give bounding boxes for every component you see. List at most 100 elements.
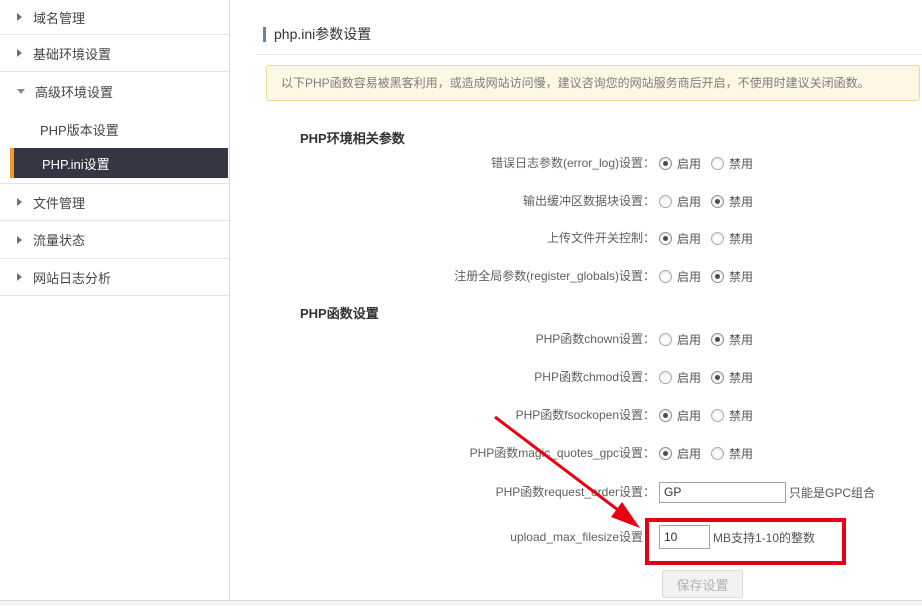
row-fsockopen: PHP函数fsockopen设置： 启用 禁用 (230, 403, 922, 427)
radio-icon[interactable] (711, 333, 724, 346)
page-bottom-divider (0, 600, 922, 606)
radio-label: 禁用 (729, 230, 753, 247)
radio-label: 禁用 (729, 445, 753, 462)
sidebar-item-php-ini-settings[interactable]: PHP.ini设置 (10, 148, 228, 178)
section-title-php-functions: PHP函数设置 (300, 303, 379, 322)
radio-disable-option[interactable]: 禁用 (711, 407, 753, 424)
radio-icon[interactable] (711, 195, 724, 208)
radio-disable-option[interactable]: 禁用 (711, 230, 753, 247)
radio-icon[interactable] (659, 371, 672, 384)
sidebar-item-label: 域名管理 (33, 8, 85, 27)
radio-icon[interactable] (659, 333, 672, 346)
radio-label: 启用 (677, 155, 701, 172)
radio-label: 启用 (677, 268, 701, 285)
radio-group: 启用 禁用 (659, 264, 763, 288)
sidebar: 域名管理 基础环境设置 高级环境设置 PHP版本设置 PHP.ini设置 文件管… (0, 0, 230, 600)
radio-label: 禁用 (729, 268, 753, 285)
sidebar-item-php-version-settings[interactable]: PHP版本设置 (0, 110, 229, 148)
radio-disable-option[interactable]: 禁用 (711, 155, 753, 172)
radio-group: 启用 禁用 (659, 365, 763, 389)
radio-enable-option[interactable]: 启用 (659, 445, 701, 462)
radio-enable-option[interactable]: 启用 (659, 369, 701, 386)
sidebar-item-label: 高级环境设置 (35, 82, 113, 101)
radio-label: 启用 (677, 407, 701, 424)
field-label: PHP函数magic_quotes_gpc设置： (230, 441, 655, 465)
radio-icon[interactable] (659, 447, 672, 460)
radio-label: 禁用 (729, 331, 753, 348)
chevron-right-icon (17, 273, 22, 281)
radio-enable-option[interactable]: 启用 (659, 230, 701, 247)
field-label: upload_max_filesize设置： (230, 524, 655, 550)
radio-icon[interactable] (659, 409, 672, 422)
radio-disable-option[interactable]: 禁用 (711, 268, 753, 285)
field-label: PHP函数fsockopen设置： (230, 403, 655, 427)
chevron-right-icon (17, 13, 22, 21)
row-output-buffering: 输出缓冲区数据块设置： 启用 禁用 (230, 189, 922, 213)
chevron-down-icon (17, 89, 25, 94)
radio-group: 启用 禁用 (659, 327, 763, 351)
radio-group: 启用 禁用 (659, 226, 763, 250)
radio-group: 启用 禁用 (659, 189, 763, 213)
section-title-php-env: PHP环境相关参数 (300, 128, 405, 147)
security-notice: 以下PHP函数容易被黑客利用，或造成网站访问慢，建议咨询您的网站服务商后开启，不… (266, 65, 920, 101)
sidebar-item-file-management[interactable]: 文件管理 (0, 184, 229, 221)
radio-icon[interactable] (659, 157, 672, 170)
radio-enable-option[interactable]: 启用 (659, 331, 701, 348)
row-register-globals: 注册全局参数(register_globals)设置： 启用 禁用 (230, 264, 922, 288)
radio-icon[interactable] (711, 409, 724, 422)
row-upload-switch: 上传文件开关控制： 启用 禁用 (230, 226, 922, 250)
sidebar-item-advanced-env-settings[interactable]: 高级环境设置 (0, 72, 229, 110)
radio-icon[interactable] (659, 232, 672, 245)
radio-group: 启用 禁用 (659, 441, 763, 465)
radio-enable-option[interactable]: 启用 (659, 407, 701, 424)
chevron-right-icon (17, 49, 22, 57)
radio-enable-option[interactable]: 启用 (659, 268, 701, 285)
radio-icon[interactable] (711, 371, 724, 384)
sidebar-item-site-log-analysis[interactable]: 网站日志分析 (0, 259, 229, 296)
radio-group: 启用 禁用 (659, 151, 763, 175)
field-label: 错误日志参数(error_log)设置： (230, 151, 655, 175)
radio-label: 启用 (677, 193, 701, 210)
radio-label: 禁用 (729, 369, 753, 386)
radio-icon[interactable] (659, 270, 672, 283)
radio-label: 禁用 (729, 193, 753, 210)
field-label: PHP函数chmod设置： (230, 365, 655, 389)
sidebar-item-label: PHP版本设置 (40, 120, 119, 139)
radio-icon[interactable] (711, 447, 724, 460)
upload-max-filesize-input[interactable] (659, 525, 710, 549)
row-chmod: PHP函数chmod设置： 启用 禁用 (230, 365, 922, 389)
sidebar-item-traffic-status[interactable]: 流量状态 (0, 221, 229, 259)
radio-enable-option[interactable]: 启用 (659, 155, 701, 172)
radio-group: 启用 禁用 (659, 403, 763, 427)
field-hint: MB支持1-10的整数 (713, 529, 815, 546)
radio-enable-option[interactable]: 启用 (659, 193, 701, 210)
sidebar-item-domain-management[interactable]: 域名管理 (0, 0, 229, 35)
save-settings-button[interactable]: 保存设置 (662, 570, 743, 598)
chevron-right-icon (17, 198, 22, 206)
chevron-right-icon (17, 236, 22, 244)
field-hint: 只能是GPC组合 (789, 484, 875, 501)
title-divider (256, 54, 922, 55)
sidebar-item-label: 文件管理 (33, 193, 85, 212)
radio-icon[interactable] (711, 232, 724, 245)
radio-label: 禁用 (729, 407, 753, 424)
php-ini-settings-page: 域名管理 基础环境设置 高级环境设置 PHP版本设置 PHP.ini设置 文件管… (0, 0, 922, 606)
sidebar-item-basic-env-settings[interactable]: 基础环境设置 (0, 35, 229, 72)
radio-icon[interactable] (659, 195, 672, 208)
radio-disable-option[interactable]: 禁用 (711, 369, 753, 386)
sidebar-item-label: PHP.ini设置 (42, 154, 110, 173)
radio-label: 启用 (677, 445, 701, 462)
radio-icon[interactable] (711, 270, 724, 283)
radio-disable-option[interactable]: 禁用 (711, 445, 753, 462)
radio-disable-option[interactable]: 禁用 (711, 193, 753, 210)
radio-icon[interactable] (711, 157, 724, 170)
row-error-log: 错误日志参数(error_log)设置： 启用 禁用 (230, 151, 922, 175)
radio-label: 启用 (677, 230, 701, 247)
row-upload-max-filesize: upload_max_filesize设置： MB支持1-10的整数 (230, 524, 922, 550)
row-chown: PHP函数chown设置： 启用 禁用 (230, 327, 922, 351)
request-order-input[interactable] (659, 482, 786, 503)
field-label: PHP函数request_order设置： (230, 480, 655, 504)
radio-label: 禁用 (729, 155, 753, 172)
field-label: 输出缓冲区数据块设置： (230, 189, 655, 213)
radio-disable-option[interactable]: 禁用 (711, 331, 753, 348)
